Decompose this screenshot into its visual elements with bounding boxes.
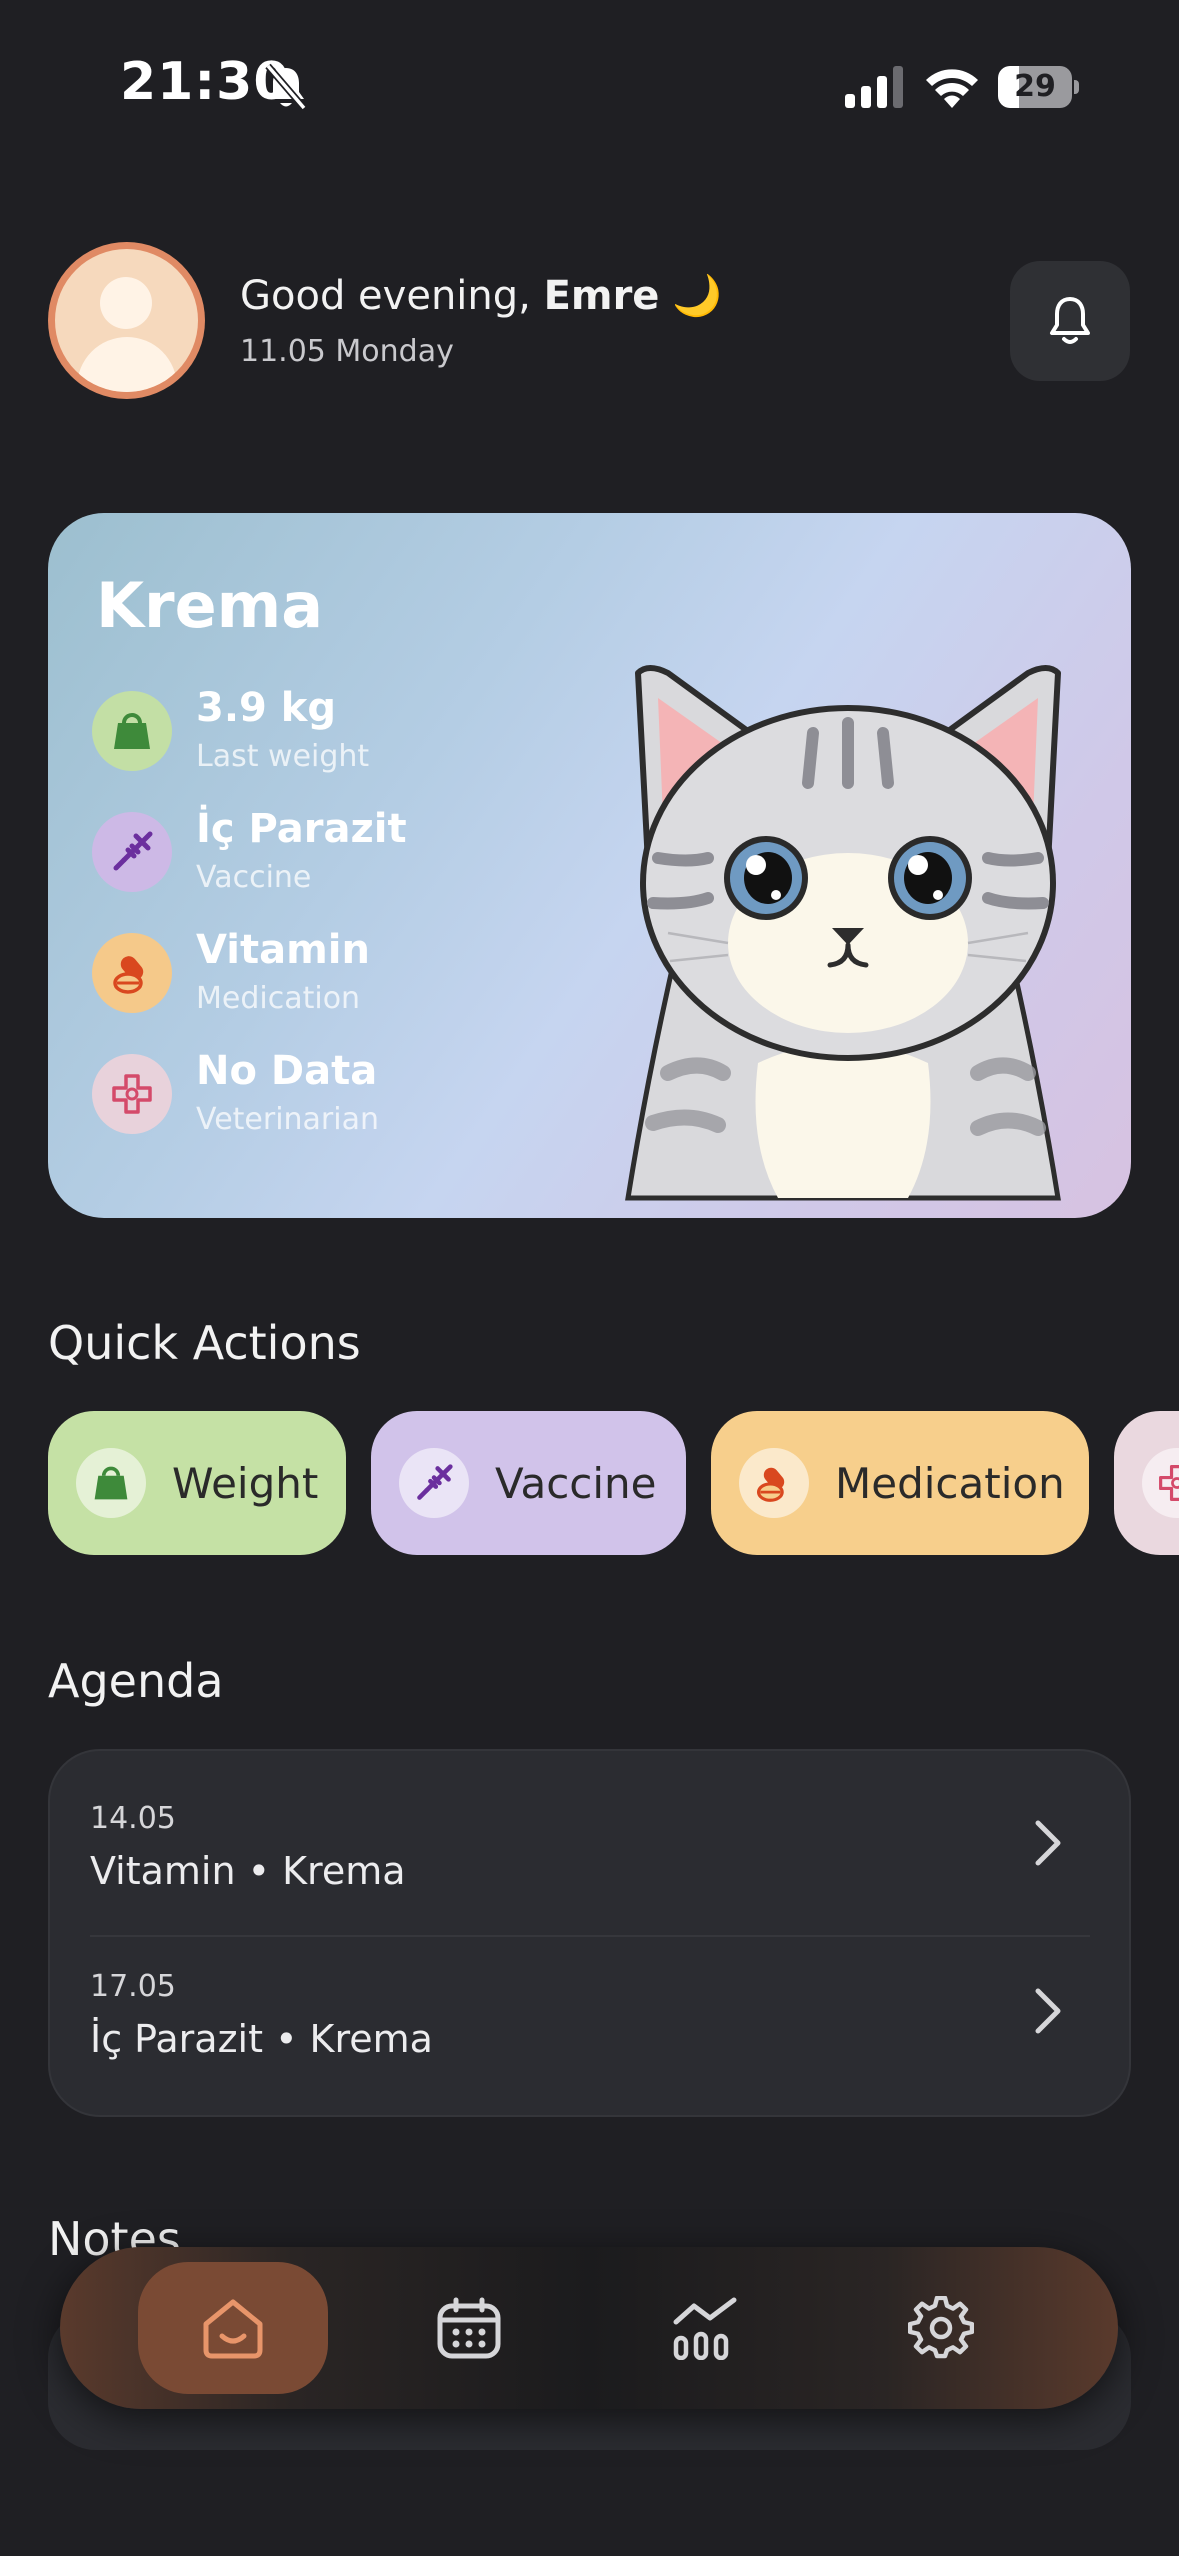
nav-stats[interactable] bbox=[610, 2262, 800, 2394]
cellular-signal-icon bbox=[845, 66, 903, 108]
pet-name: Krema bbox=[96, 569, 324, 642]
scale-icon bbox=[76, 1448, 146, 1518]
quick-action-weight[interactable]: Weight bbox=[48, 1411, 346, 1555]
quick-action-veterinarian[interactable] bbox=[1114, 1411, 1179, 1555]
quick-actions-title: Quick Actions bbox=[48, 1316, 361, 1370]
chevron-right-icon bbox=[1035, 1820, 1061, 1866]
quick-action-vaccine[interactable]: Vaccine bbox=[371, 1411, 686, 1555]
notifications-button[interactable] bbox=[1010, 261, 1130, 381]
greeting-text: Good evening, Emre 🌙 bbox=[240, 273, 722, 319]
agenda-title: Agenda bbox=[48, 1654, 224, 1708]
agenda-item[interactable]: 14.05 Vitamin • Krema bbox=[50, 1751, 1133, 1919]
current-date: 11.05 Monday bbox=[240, 334, 454, 369]
bell-muted-icon bbox=[265, 63, 307, 111]
wifi-icon bbox=[926, 69, 978, 108]
pet-card[interactable]: Krema 3.9 kg Last weight İç Parazit Vacc… bbox=[48, 513, 1131, 1218]
nav-settings[interactable] bbox=[846, 2262, 1036, 2394]
vet-cross-icon bbox=[1142, 1448, 1179, 1518]
avatar[interactable] bbox=[48, 242, 205, 399]
chevron-right-icon bbox=[1035, 1988, 1061, 2034]
user-name: Emre bbox=[543, 273, 660, 319]
quick-action-medication[interactable]: Medication bbox=[711, 1411, 1089, 1555]
agenda-card: 14.05 Vitamin • Krema 17.05 İç Parazit •… bbox=[48, 1749, 1131, 2117]
home-icon bbox=[203, 2299, 263, 2359]
status-bar: 21:30 29 bbox=[0, 0, 1179, 170]
stat-weight: 3.9 kg Last weight bbox=[92, 685, 612, 785]
calendar-icon bbox=[437, 2297, 501, 2359]
stat-veterinarian: No Data Veterinarian bbox=[92, 1048, 612, 1148]
battery-icon: 29 bbox=[998, 66, 1079, 108]
settings-icon bbox=[908, 2296, 974, 2359]
battery-percentage: 29 bbox=[1014, 69, 1056, 104]
stat-medication: Vitamin Medication bbox=[92, 927, 612, 1027]
vet-cross-icon bbox=[92, 1054, 172, 1134]
syringe-icon bbox=[92, 812, 172, 892]
agenda-item[interactable]: 17.05 İç Parazit • Krema bbox=[50, 1919, 1133, 2087]
cat-illustration bbox=[625, 665, 1061, 1201]
bell-icon bbox=[1050, 297, 1090, 344]
bottom-nav bbox=[60, 2247, 1118, 2409]
syringe-icon bbox=[399, 1448, 469, 1518]
pills-icon bbox=[739, 1448, 809, 1518]
home-screen: 21:30 29 Good evening, Emre 🌙 11.05 Mond… bbox=[0, 0, 1179, 2556]
nav-home[interactable] bbox=[138, 2262, 328, 2394]
nav-calendar[interactable] bbox=[374, 2262, 564, 2394]
stat-vaccine: İç Parazit Vaccine bbox=[92, 806, 612, 906]
scale-icon bbox=[92, 691, 172, 771]
pills-icon bbox=[92, 933, 172, 1013]
moon-icon: 🌙 bbox=[672, 273, 722, 319]
chart-icon bbox=[673, 2297, 737, 2360]
